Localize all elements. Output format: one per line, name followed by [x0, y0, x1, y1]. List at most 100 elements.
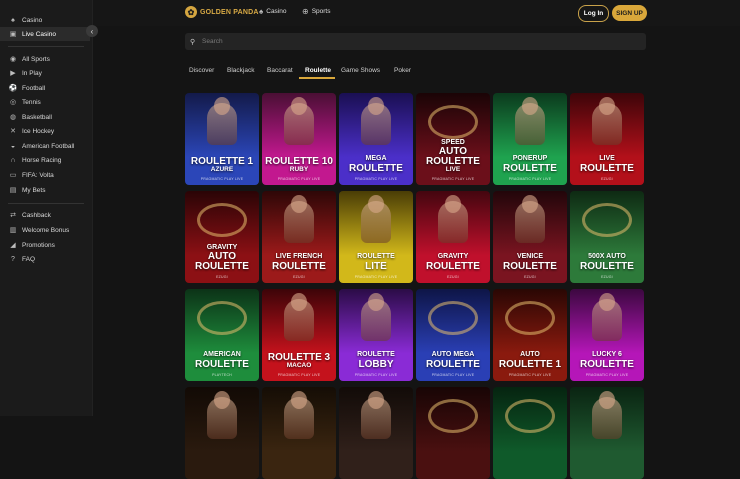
- game-provider: PRAGMATIC PLAY LIVE: [508, 373, 552, 377]
- game-title-secondary: ROULETTE: [580, 260, 634, 272]
- fifa-volta-icon: ▭: [9, 172, 17, 179]
- nav-sports-label: Sports: [311, 8, 331, 15]
- game-provider: PRAGMATIC PLAY LIVE: [354, 373, 398, 377]
- sidebar-item-faq[interactable]: ? FAQ: [0, 252, 90, 266]
- game-tile[interactable]: [570, 387, 644, 479]
- game-subtitle: LIVE: [445, 166, 461, 173]
- game-tile[interactable]: AMERICAN ROULETTE PLAYTECH: [185, 289, 259, 381]
- game-provider: EZUGI: [601, 275, 613, 279]
- sidebar-item-promotions[interactable]: ◢ Promotions: [0, 238, 90, 252]
- gift-icon: ▥: [9, 227, 17, 234]
- game-subtitle: MACAO: [286, 362, 312, 369]
- game-title: ROULETTE 3 MACAO: [264, 352, 334, 369]
- dealer-head: [599, 391, 615, 409]
- ice-hockey-icon: ✕: [10, 128, 16, 135]
- cashback-icon: ⇄: [10, 212, 16, 219]
- game-tile[interactable]: GRAVITY ROULETTE EZUGI: [416, 191, 490, 283]
- game-title: ROULETTE 10 RUBY: [264, 155, 334, 173]
- game-tile[interactable]: [185, 387, 259, 479]
- search-input[interactable]: [200, 38, 622, 45]
- game-tile[interactable]: PONERUP ROULETTE PRAGMATIC PLAY LIVE: [493, 93, 567, 185]
- game-title-secondary: ROULETTE: [580, 162, 634, 174]
- game-title-secondary: AUTO ROULETTE: [195, 251, 249, 272]
- roulette-wheel-icon: [428, 105, 478, 139]
- game-title: 500X AUTO ROULETTE: [572, 252, 642, 271]
- game-provider: PRAGMATIC PLAY LIVE: [200, 177, 244, 181]
- nav-sports-link[interactable]: ⊕ Sports: [302, 7, 331, 16]
- sidebar-item-in-play[interactable]: ▶ In Play: [0, 66, 90, 80]
- game-title: GRAVITY ROULETTE: [418, 252, 488, 271]
- casino-icon: ♠: [11, 16, 15, 24]
- sidebar-item-horse-racing[interactable]: ∩ Horse Racing: [0, 153, 90, 167]
- game-tile[interactable]: AUTO ROULETTE 1 PRAGMATIC PLAY LIVE: [493, 289, 567, 381]
- sidebar-item-live-casino[interactable]: ▣ Live Casino: [0, 27, 90, 41]
- sidebar-item-tennis[interactable]: ◎ Tennis: [0, 95, 90, 109]
- tab-roulette[interactable]: Roulette: [305, 67, 331, 74]
- game-tile[interactable]: [262, 387, 336, 479]
- game-tile[interactable]: AUTO MEGA ROULETTE PRAGMATIC PLAY LIVE: [416, 289, 490, 381]
- game-title-secondary: ROULETTE: [426, 260, 480, 272]
- tab-discover[interactable]: Discover: [189, 67, 214, 74]
- game-tile[interactable]: [339, 387, 413, 479]
- chevron-left-icon[interactable]: ‹: [86, 25, 98, 37]
- game-tile[interactable]: VENICE ROULETTE EZUGI: [493, 191, 567, 283]
- sidebar-item-label: All Sports: [22, 55, 50, 63]
- nav-casino-link[interactable]: ♠ Casino: [259, 7, 286, 16]
- game-tile[interactable]: ROULETTE LITE PRAGMATIC PLAY LIVE: [339, 191, 413, 283]
- game-tile[interactable]: [416, 387, 490, 479]
- sidebar-item-all-sports[interactable]: ◉ All Sports: [0, 52, 90, 66]
- signup-button[interactable]: SIGN UP: [612, 5, 647, 21]
- my-bets-icon: ▤: [9, 187, 17, 194]
- tab-blackjack[interactable]: Blackjack: [227, 67, 254, 74]
- sidebar-item-cashback[interactable]: ⇄ Cashback: [0, 208, 90, 222]
- game-tile[interactable]: SPEED AUTO ROULETTE LIVE PRAGMATIC PLAY LIV…: [416, 93, 490, 185]
- sidebar-item-basketball[interactable]: ◍ Basketball: [0, 110, 90, 124]
- game-title: ROULETTE 1 AZURE: [187, 156, 257, 173]
- tab-game-shows[interactable]: Game Shows: [341, 67, 380, 74]
- game-provider: PRAGMATIC PLAY LIVE: [508, 177, 552, 181]
- sidebar-item-fifa-volta[interactable]: ▭ FIFA: Volta: [0, 168, 90, 182]
- faq-icon: ?: [11, 255, 15, 263]
- sidebar-item-american-football[interactable]: ◒ American Football: [0, 139, 90, 153]
- game-tile[interactable]: [493, 387, 567, 479]
- game-provider: EZUGI: [524, 275, 536, 279]
- sidebar-item-label: In Play: [22, 69, 42, 77]
- sidebar-item-label: Ice Hockey: [22, 127, 55, 135]
- game-title-secondary: ROULETTE 1: [498, 358, 562, 370]
- logo-text: GOLDEN PANDA: [200, 8, 259, 16]
- game-tile[interactable]: ROULETTE LOBBY PRAGMATIC PLAY LIVE: [339, 289, 413, 381]
- game-provider: EZUGI: [601, 177, 613, 181]
- tab-poker[interactable]: Poker: [394, 67, 411, 74]
- sidebar-item-casino[interactable]: ♠ Casino: [0, 13, 90, 27]
- game-provider: PRAGMATIC PLAY LIVE: [431, 177, 475, 181]
- site-logo[interactable]: ✿ GOLDEN PANDA: [185, 6, 259, 18]
- panda-logo-icon: ✿: [185, 6, 197, 18]
- tab-baccarat[interactable]: Baccarat: [267, 67, 293, 74]
- search-icon: ⚲: [190, 38, 196, 46]
- sidebar-item-football[interactable]: ⚽ Football: [0, 81, 90, 95]
- tennis-icon: ◎: [9, 99, 17, 106]
- game-provider: EZUGI: [216, 275, 228, 279]
- sidebar-item-welcome-bonus[interactable]: ▥ Welcome Bonus: [0, 223, 90, 237]
- all-sports-icon: ◉: [9, 56, 17, 63]
- login-button[interactable]: Log In: [578, 5, 609, 22]
- game-tile[interactable]: ROULETTE 1 AZURE PRAGMATIC PLAY LIVE: [185, 93, 259, 185]
- game-tile[interactable]: MEGA ROULETTE PRAGMATIC PLAY LIVE: [339, 93, 413, 185]
- search-bar[interactable]: ⚲: [185, 33, 646, 50]
- game-title: LIVE FRENCH ROULETTE: [264, 252, 334, 271]
- game-tile[interactable]: ROULETTE 3 MACAO PRAGMATIC PLAY LIVE: [262, 289, 336, 381]
- sidebar-item-label: Cashback: [22, 211, 51, 219]
- game-title-secondary: ROULETTE: [580, 358, 634, 370]
- sidebar-item-ice-hockey[interactable]: ✕ Ice Hockey: [0, 124, 90, 138]
- game-tile[interactable]: LUCKY 6 ROULETTE PRAGMATIC PLAY LIVE: [570, 289, 644, 381]
- game-title-secondary: ROULETTE: [272, 260, 326, 272]
- roulette-wheel-icon: [197, 301, 247, 335]
- game-tile[interactable]: ROULETTE 10 RUBY PRAGMATIC PLAY LIVE: [262, 93, 336, 185]
- game-title-main: ROULETTE 10: [265, 155, 333, 167]
- game-tile[interactable]: LIVE ROULETTE EZUGI: [570, 93, 644, 185]
- sidebar-item-my-bets[interactable]: ▤ My Bets: [0, 183, 90, 197]
- game-tile[interactable]: GRAVITY AUTO ROULETTE EZUGI: [185, 191, 259, 283]
- game-tile[interactable]: LIVE FRENCH ROULETTE EZUGI: [262, 191, 336, 283]
- game-tile[interactable]: 500X AUTO ROULETTE EZUGI: [570, 191, 644, 283]
- sidebar-item-label: American Football: [22, 142, 75, 150]
